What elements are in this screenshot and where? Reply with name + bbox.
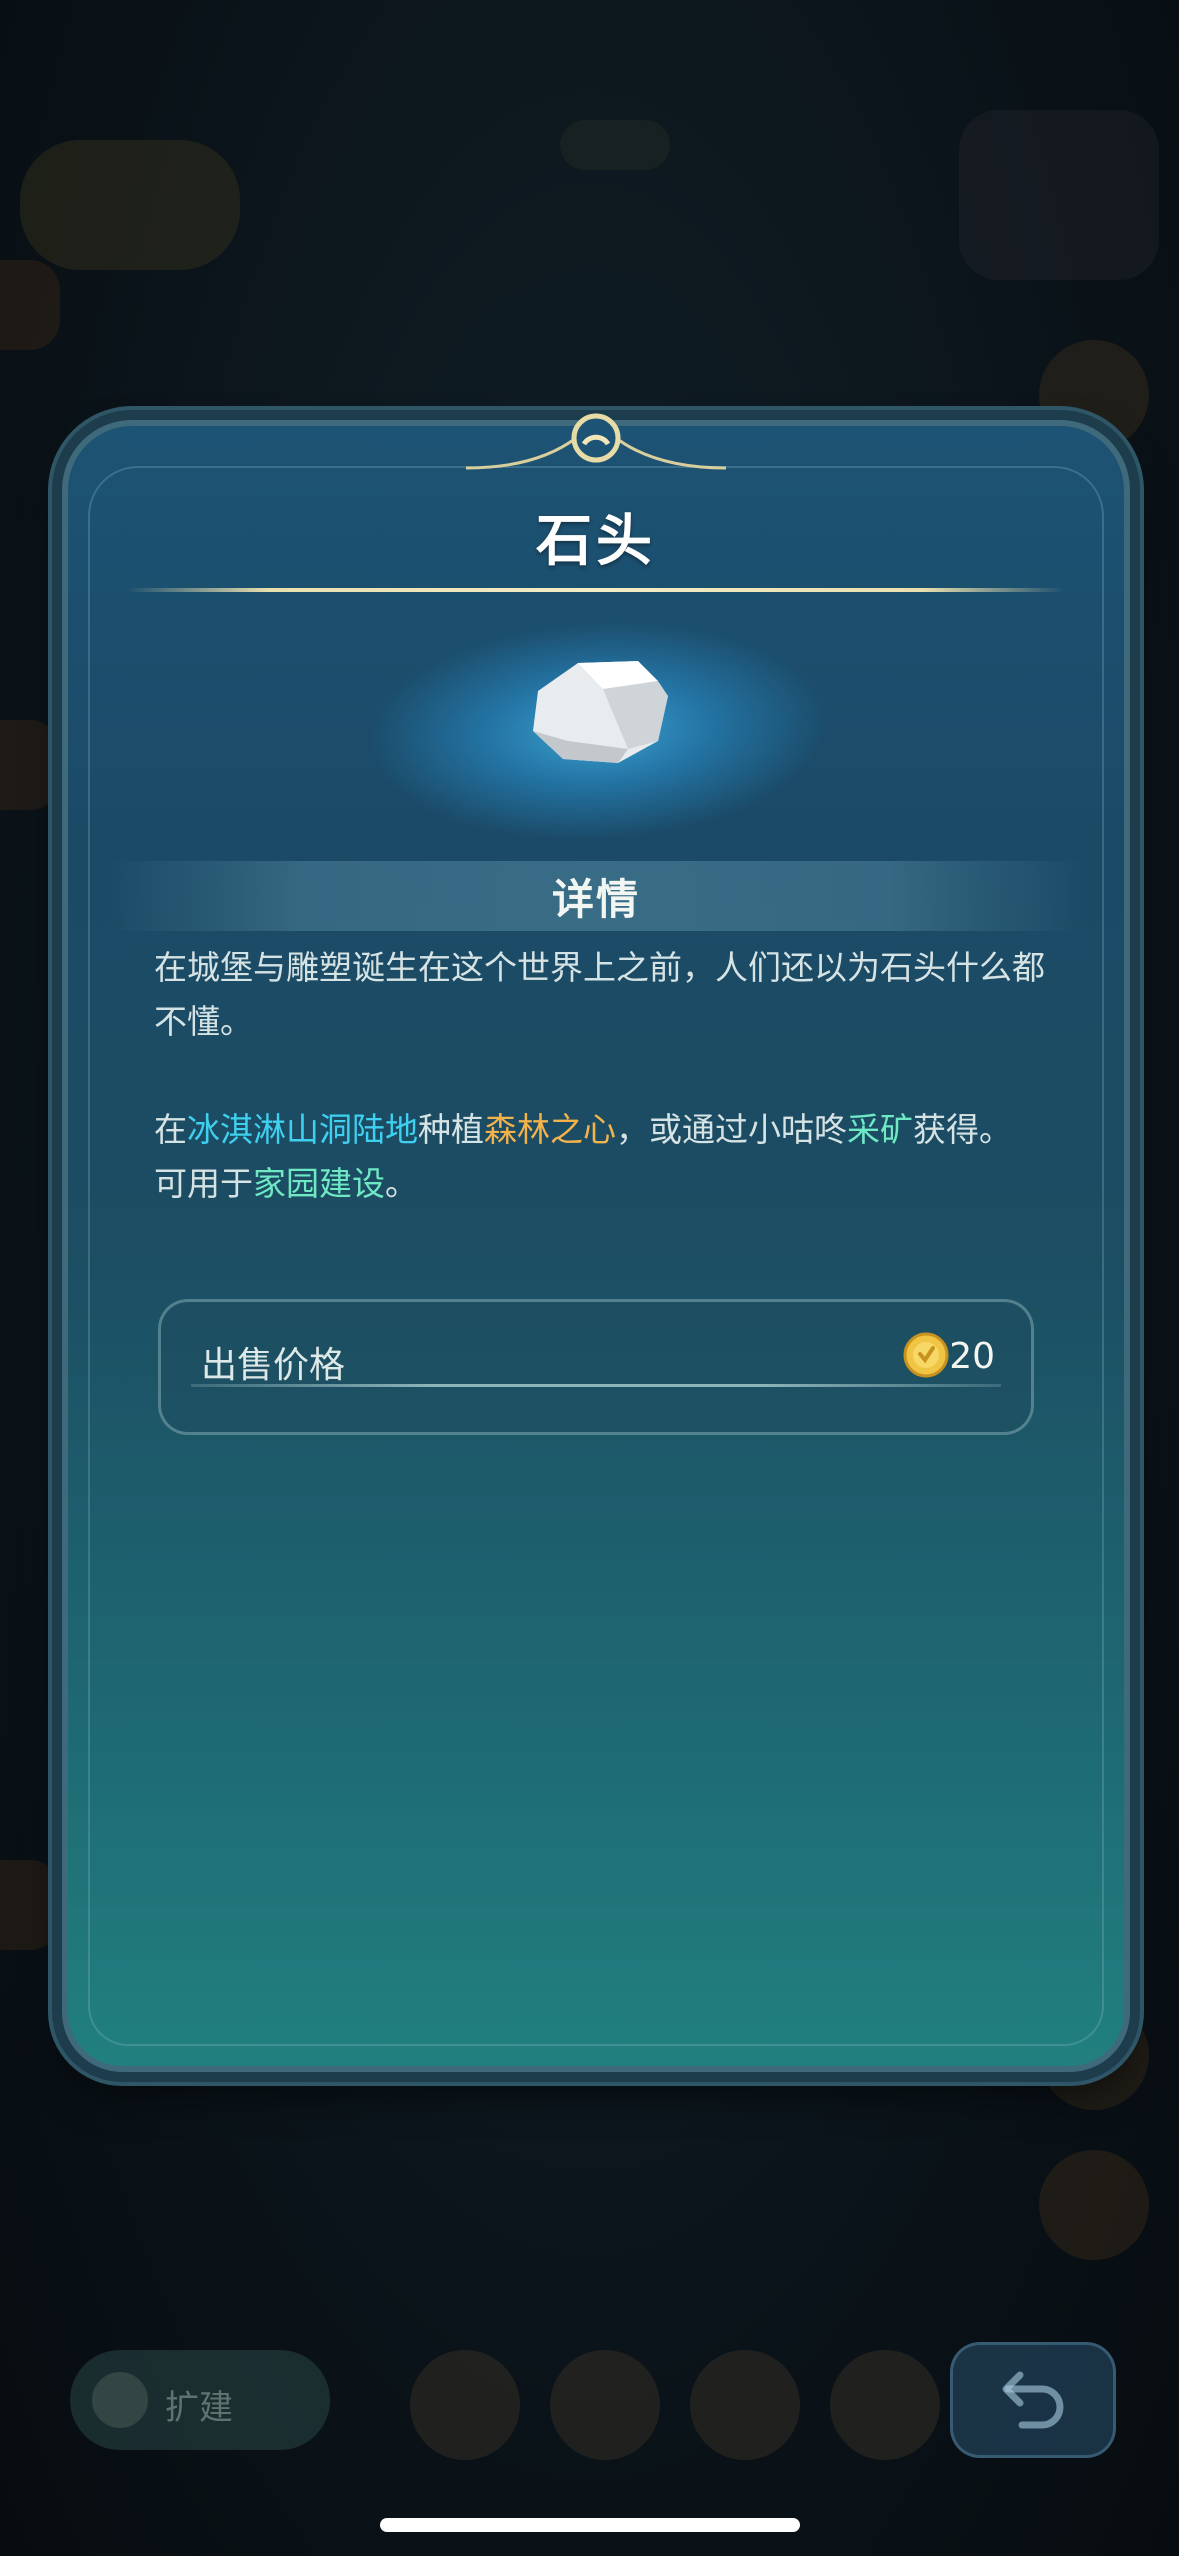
toolbar-button <box>550 2350 660 2460</box>
toolbar-button <box>410 2350 520 2460</box>
bottom-toolbar: 扩建 <box>0 2320 1179 2490</box>
side-decoration <box>0 1860 60 1950</box>
gold-coin-icon <box>903 1332 949 1378</box>
crest-ornament-icon <box>466 413 726 470</box>
side-button <box>1039 2150 1149 2260</box>
usage-target: 家园建设 <box>253 1164 385 1203</box>
sell-price-panel: 出售价格 20 <box>158 1299 1034 1435</box>
toolbar-button <box>830 2350 940 2460</box>
item-detail-dialog: 石头 详情 在城堡与雕塑诞生在这个世界上之前，人们还以为石头什么都不懂。 在冰淇… <box>62 413 1130 2072</box>
side-decoration <box>0 720 60 810</box>
toolbar-button <box>690 2350 800 2460</box>
item-title: 石头 <box>536 509 656 574</box>
flavor-text: 在城堡与雕塑诞生在这个世界上之前，人们还以为石头什么都不懂。 <box>154 948 1045 1041</box>
title-divider <box>128 588 1064 592</box>
top-resource <box>560 120 670 170</box>
expand-button-label: 扩建 <box>165 2388 233 2428</box>
home-indicator[interactable] <box>380 2518 800 2532</box>
side-decoration <box>0 260 60 350</box>
plant-name: 森林之心 <box>484 1110 616 1149</box>
price-divider <box>191 1384 1001 1387</box>
action-name: 采矿 <box>847 1110 913 1149</box>
location-link: 冰淇淋山洞陆地 <box>187 1110 418 1149</box>
stone-icon <box>533 661 668 763</box>
back-button <box>950 2342 1116 2458</box>
sell-price-label: 出售价格 <box>201 1345 346 1386</box>
expand-icon <box>92 2372 148 2428</box>
weather-widget <box>959 110 1159 280</box>
expand-button: 扩建 <box>70 2350 330 2450</box>
item-description: 在城堡与雕塑诞生在这个世界上之前，人们还以为石头什么都不懂。 在冰淇淋山洞陆地种… <box>154 941 1064 1211</box>
return-arrow-icon <box>1002 2371 1064 2429</box>
player-badge <box>20 140 240 270</box>
section-title: 详情 <box>551 875 640 924</box>
usage-text: 可用于家园建设。 <box>154 1164 418 1203</box>
source-text: 在冰淇淋山洞陆地种植森林之心，或通过小咕咚采矿获得。 <box>154 1110 1012 1149</box>
sell-price-value: 20 <box>949 1336 995 1377</box>
